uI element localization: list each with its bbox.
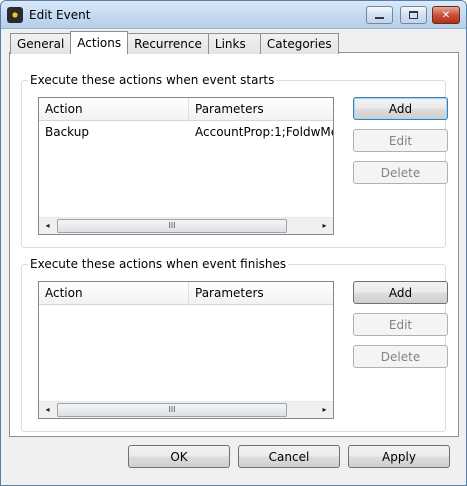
minimize-icon — [375, 17, 384, 19]
title-bar[interactable]: Edit Event ✕ — [1, 1, 466, 29]
event-start-group: Execute these actions when event starts … — [21, 73, 448, 248]
list-item[interactable]: Backup AccountProp:1;FoldwMes — [39, 124, 333, 142]
ok-button[interactable]: OK — [128, 445, 230, 468]
app-logo-icon — [7, 7, 23, 23]
tab-actions[interactable]: Actions — [70, 31, 129, 54]
horizontal-scrollbar[interactable]: ◂ III ▸ — [39, 217, 333, 234]
scroll-right-icon[interactable]: ▸ — [316, 218, 333, 234]
event-finish-group: Execute these actions when event finishe… — [21, 257, 448, 432]
start-delete-button[interactable]: Delete — [353, 161, 448, 184]
row-parameters-cell: AccountProp:1;FoldwMes — [195, 125, 333, 139]
minimize-button[interactable] — [366, 6, 393, 24]
finish-edit-button[interactable]: Edit — [353, 313, 448, 336]
scrollbar-thumb[interactable]: III — [57, 403, 287, 417]
scrollbar-thumb[interactable]: III — [57, 219, 287, 233]
start-actions-list[interactable]: Action Parameters Backup AccountProp:1;F… — [38, 97, 334, 235]
start-edit-button[interactable]: Edit — [353, 129, 448, 152]
finish-actions-list[interactable]: Action Parameters ◂ III ▸ — [38, 281, 334, 419]
tab-links[interactable]: Links — [207, 33, 261, 54]
tab-categories[interactable]: Categories — [259, 33, 339, 54]
maximize-icon — [409, 11, 418, 19]
scroll-right-icon[interactable]: ▸ — [316, 402, 333, 418]
finish-add-button[interactable]: Add — [353, 281, 448, 304]
horizontal-scrollbar[interactable]: ◂ III ▸ — [39, 401, 333, 418]
close-icon: ✕ — [441, 9, 451, 21]
scroll-left-icon[interactable]: ◂ — [39, 402, 56, 418]
close-button[interactable]: ✕ — [432, 6, 460, 24]
column-header-parameters[interactable]: Parameters — [189, 282, 333, 305]
window-title: Edit Event — [29, 8, 91, 22]
tab-recurrence[interactable]: Recurrence — [127, 33, 209, 54]
maximize-button[interactable] — [400, 6, 427, 24]
column-header-action[interactable]: Action — [39, 98, 189, 121]
tab-general[interactable]: General — [10, 33, 72, 54]
event-finish-legend: Execute these actions when event finishe… — [28, 257, 289, 271]
column-header-action[interactable]: Action — [39, 282, 189, 305]
event-start-legend: Execute these actions when event starts — [28, 73, 277, 87]
cancel-button[interactable]: Cancel — [238, 445, 340, 468]
tab-strip: General Actions Recurrence Links Categor… — [10, 31, 339, 54]
list-header: Action Parameters — [39, 282, 333, 305]
apply-button[interactable]: Apply — [348, 445, 450, 468]
edit-event-window: Edit Event ✕ Execute these actions when … — [0, 0, 467, 486]
start-add-button[interactable]: Add — [353, 97, 448, 120]
list-header: Action Parameters — [39, 98, 333, 121]
column-header-parameters[interactable]: Parameters — [189, 98, 333, 121]
row-action-cell: Backup — [45, 125, 89, 139]
actions-tab-panel: Execute these actions when event starts … — [9, 52, 459, 437]
scroll-left-icon[interactable]: ◂ — [39, 218, 56, 234]
finish-delete-button[interactable]: Delete — [353, 345, 448, 368]
